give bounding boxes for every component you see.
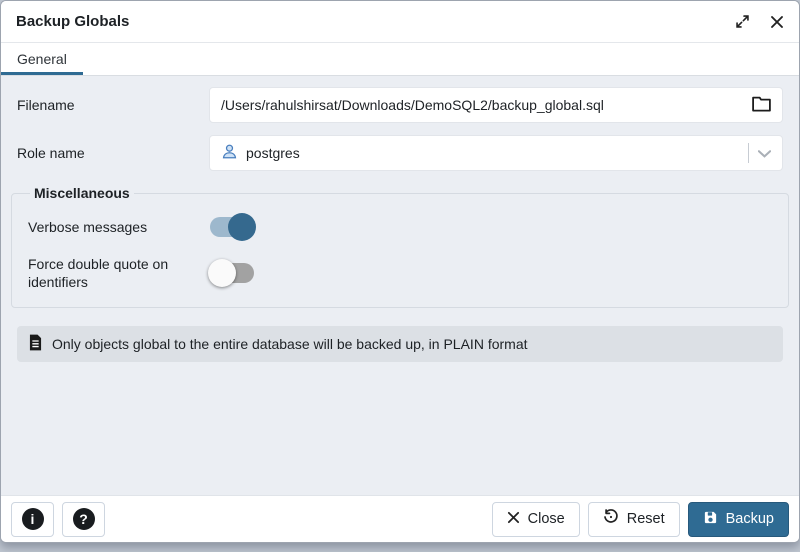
close-button-label: Close <box>528 511 565 527</box>
select-divider <box>748 143 749 163</box>
backup-globals-dialog: Backup Globals General Filename /Users/r… <box>0 0 800 543</box>
close-button[interactable]: Close <box>492 502 580 537</box>
save-icon <box>703 510 718 529</box>
info-note: Only objects global to the entire databa… <box>17 326 783 362</box>
dialog-content: Filename /Users/rahulshirsat/Downloads/D… <box>1 76 799 495</box>
close-icon[interactable] <box>770 15 784 29</box>
reset-button[interactable]: Reset <box>588 502 680 537</box>
filename-input[interactable]: /Users/rahulshirsat/Downloads/DemoSQL2/b… <box>209 87 783 123</box>
dialog-title: Backup Globals <box>16 13 129 30</box>
toggle-thumb <box>228 213 256 241</box>
info-circle-icon: i <box>22 508 44 530</box>
force-double-quote-toggle[interactable] <box>208 259 256 287</box>
role-row: Role name postgres <box>17 135 783 171</box>
tab-general-label: General <box>17 51 67 67</box>
maximize-icon[interactable] <box>735 14 750 29</box>
force-double-quote-label: Force double quote on identifiers <box>28 255 208 291</box>
file-text-icon <box>29 334 42 354</box>
force-double-quote-row: Force double quote on identifiers <box>28 255 772 291</box>
role-value: postgres <box>246 145 300 161</box>
reset-button-label: Reset <box>627 511 665 527</box>
role-label: Role name <box>17 145 209 161</box>
dialog-header: Backup Globals <box>1 1 799 43</box>
reset-icon <box>603 509 619 529</box>
miscellaneous-legend: Miscellaneous <box>30 185 134 201</box>
help-circle-icon: ? <box>73 508 95 530</box>
backup-button[interactable]: Backup <box>688 502 789 537</box>
verbose-messages-toggle[interactable] <box>208 213 256 241</box>
filename-value: /Users/rahulshirsat/Downloads/DemoSQL2/b… <box>221 97 604 113</box>
role-select[interactable]: postgres <box>209 135 783 171</box>
tab-general[interactable]: General <box>1 43 83 75</box>
verbose-messages-row: Verbose messages <box>28 213 772 241</box>
sql-info-button[interactable]: i <box>11 502 54 537</box>
backup-button-label: Backup <box>726 511 774 527</box>
user-icon <box>221 143 238 163</box>
help-button[interactable]: ? <box>62 502 105 537</box>
close-x-icon <box>507 511 520 528</box>
toggle-thumb <box>208 259 236 287</box>
chevron-down-icon[interactable] <box>758 145 771 161</box>
miscellaneous-fieldset: Miscellaneous Verbose messages Force dou… <box>11 185 789 308</box>
folder-icon[interactable] <box>752 96 771 115</box>
info-note-text: Only objects global to the entire databa… <box>52 336 528 352</box>
tab-bar: General <box>1 43 799 76</box>
verbose-messages-label: Verbose messages <box>28 218 208 236</box>
dialog-footer: i ? Close <box>1 495 799 542</box>
filename-row: Filename /Users/rahulshirsat/Downloads/D… <box>17 87 783 123</box>
filename-label: Filename <box>17 97 209 113</box>
